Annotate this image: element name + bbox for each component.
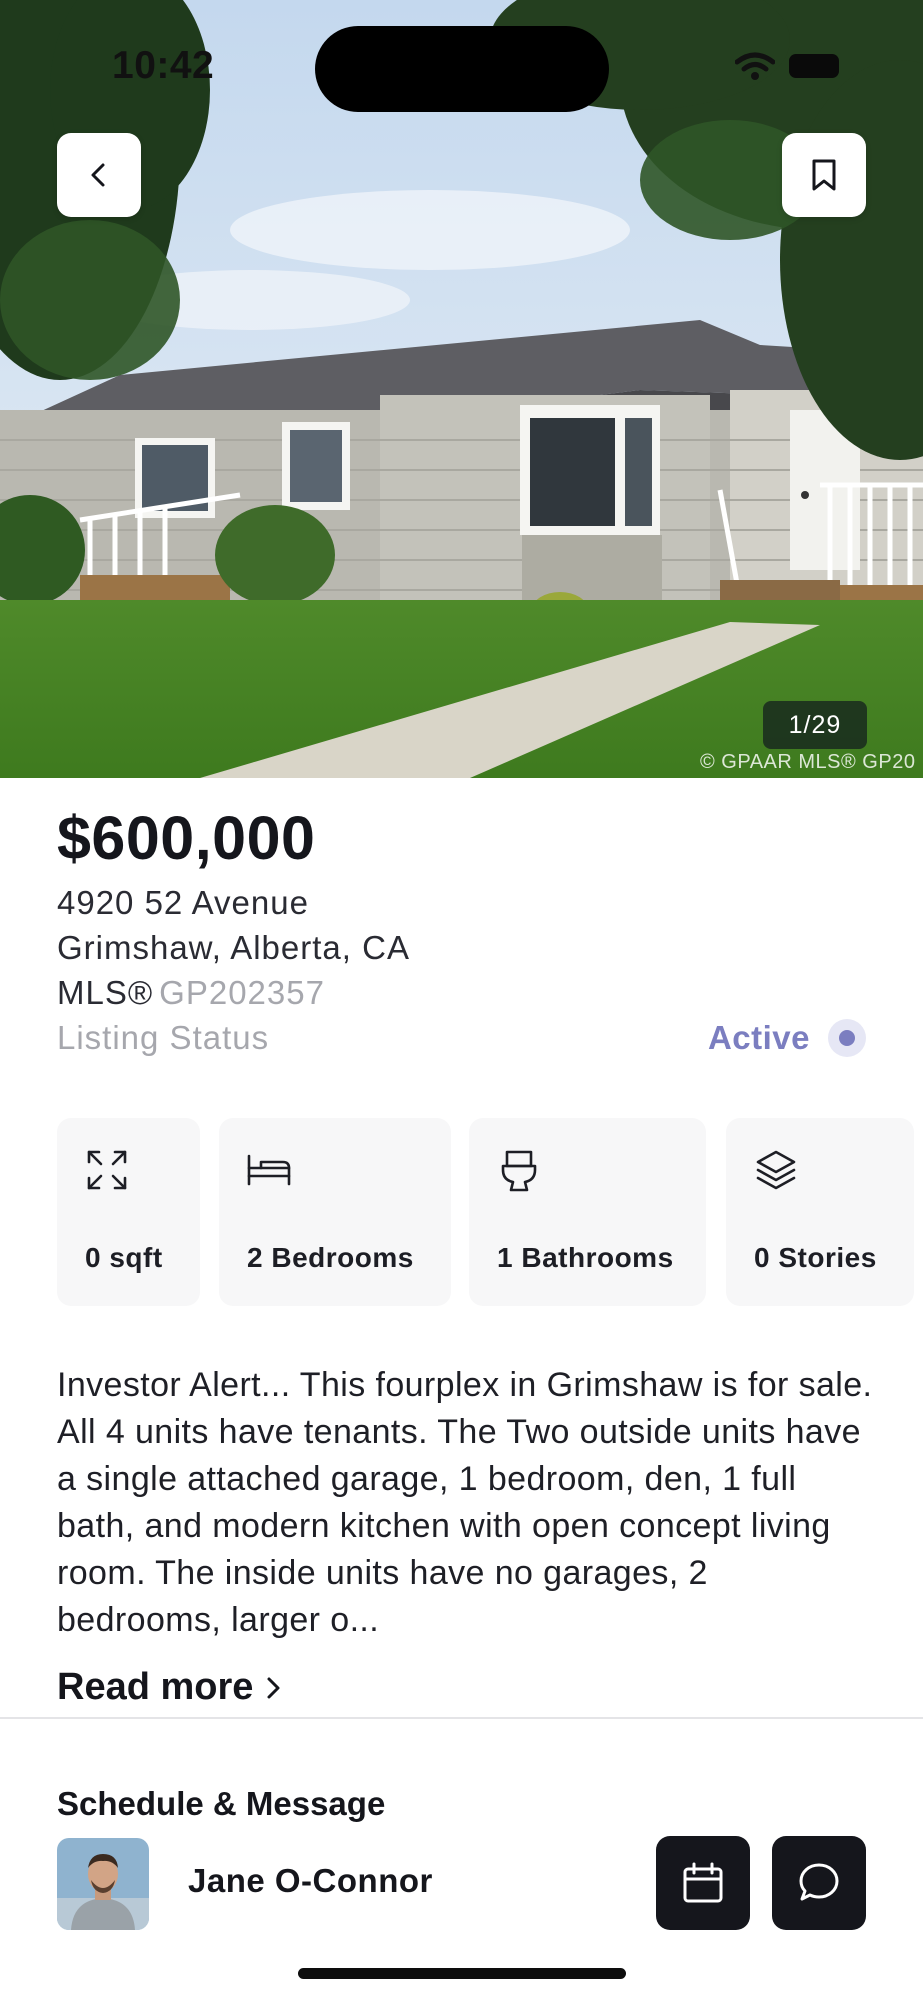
- listing-description: Investor Alert... This fourplex in Grims…: [57, 1366, 873, 1639]
- mls-label: MLS®: [57, 974, 154, 1011]
- feature-label: 1 Bathrooms: [497, 1242, 674, 1273]
- wifi-icon: [735, 52, 775, 80]
- agent-avatar[interactable]: [57, 1838, 149, 1930]
- feature-card-bedrooms: 2 Bedrooms: [219, 1118, 451, 1306]
- message-agent-button[interactable]: [772, 1836, 866, 1930]
- chat-bubble-icon: [799, 1863, 839, 1901]
- listing-photo[interactable]: 10:42 1/29 © GPAAR MLS® GP20: [0, 0, 923, 778]
- calendar-icon: [683, 1862, 723, 1903]
- dynamic-island: [315, 26, 609, 112]
- agent-name: Jane O-Connor: [188, 1862, 433, 1899]
- listing-status-badge: Active: [708, 1019, 866, 1057]
- toilet-icon: [501, 1150, 537, 1192]
- back-button[interactable]: [57, 133, 141, 217]
- house-photo: [0, 0, 923, 778]
- status-time: 10:42: [112, 44, 215, 87]
- listing-status-value: Active: [707, 1019, 810, 1056]
- expand-icon: [87, 1150, 127, 1190]
- section-divider: [0, 1717, 923, 1719]
- address-city: Grimshaw, Alberta, CA: [57, 929, 410, 966]
- layers-icon: [756, 1150, 796, 1190]
- schedule-visit-button[interactable]: [656, 1836, 750, 1930]
- home-indicator: [298, 1968, 626, 1979]
- address-street: 4920 52 Avenue: [57, 884, 309, 921]
- feature-label: 0 Stories: [754, 1242, 877, 1273]
- mls-number: MLS® GP202357: [57, 974, 325, 1012]
- feature-label: 0 sqft: [85, 1242, 163, 1273]
- agent-photo: [57, 1838, 149, 1930]
- listing-price: $600,000: [57, 804, 316, 872]
- read-more-link[interactable]: Read more: [57, 1666, 283, 1709]
- read-more-label: Read more: [57, 1666, 254, 1708]
- photo-counter: 1/29: [763, 701, 867, 749]
- battery-icon: [789, 54, 839, 78]
- feature-card-stories: 0 Stories: [726, 1118, 914, 1306]
- photo-watermark: © GPAAR MLS® GP20: [700, 751, 916, 773]
- feature-card-bathrooms: 1 Bathrooms: [469, 1118, 706, 1306]
- schedule-section-title: Schedule & Message: [57, 1785, 386, 1822]
- listing-status-label: Listing Status: [57, 1019, 270, 1056]
- feature-card-sqft: 0 sqft: [57, 1118, 200, 1306]
- bed-icon: [247, 1154, 291, 1186]
- bookmark-icon: [812, 159, 836, 191]
- status-dot-icon: [828, 1019, 866, 1057]
- chevron-right-icon: [267, 1677, 280, 1698]
- status-icons: [735, 52, 839, 80]
- mls-value: GP202357: [159, 974, 325, 1011]
- bookmark-button[interactable]: [782, 133, 866, 217]
- feature-label: 2 Bedrooms: [247, 1242, 414, 1273]
- chevron-left-icon: [91, 163, 105, 187]
